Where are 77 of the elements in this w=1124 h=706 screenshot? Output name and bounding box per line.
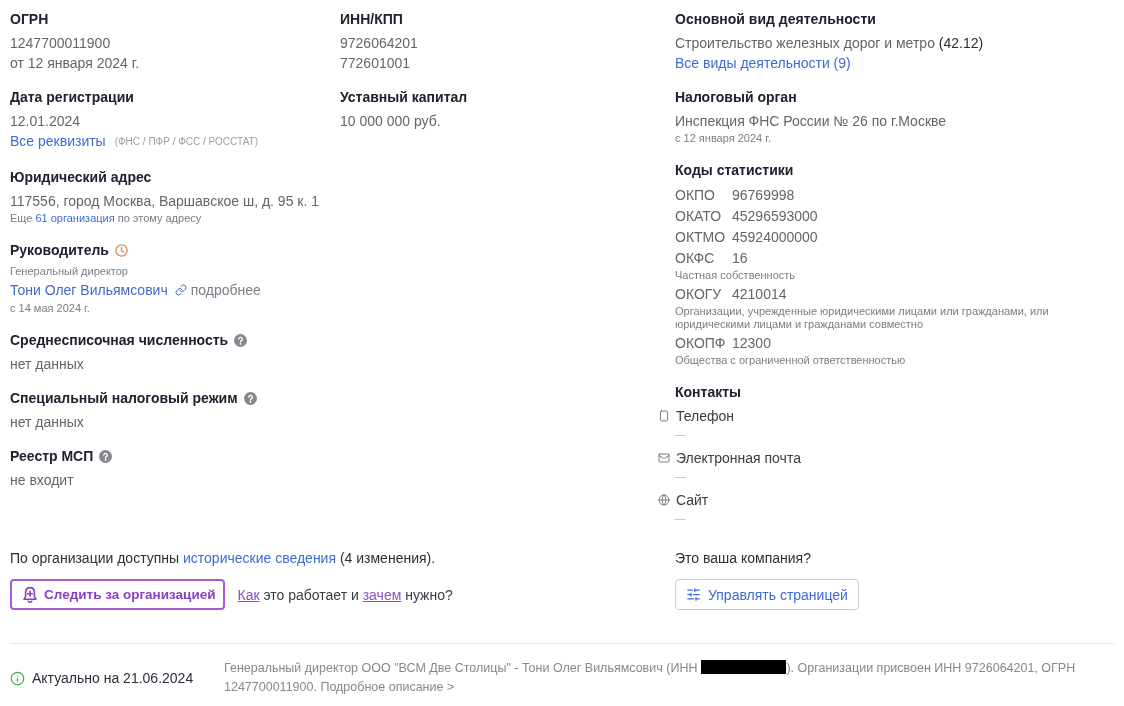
- contact-label: Телефон: [676, 408, 735, 424]
- field-value: Строительство железных дорог и метро (42.12): [675, 34, 984, 53]
- field-label: ОГРН: [10, 10, 49, 29]
- updated-date: Актуально на 21.06.2024: [32, 670, 194, 686]
- field-label: Контакты: [675, 383, 741, 402]
- field-note: Частная собственность: [675, 268, 796, 283]
- field-value: от 12 января 2024 г.: [10, 54, 140, 73]
- claim-question: Это ваша компания?: [675, 549, 811, 568]
- contact-value: —: [675, 511, 686, 526]
- bell-plus-icon: [22, 585, 38, 604]
- field-label: Основной вид деятельности: [675, 10, 876, 29]
- organizations-link[interactable]: 61 организация: [35, 212, 115, 224]
- globe-icon: [658, 494, 670, 506]
- code-name: ОКТМО: [675, 228, 727, 245]
- text-link[interactable]: Все виды деятельности (9): [675, 53, 851, 73]
- code-value: 16: [732, 249, 748, 266]
- contact-label: Сайт: [676, 492, 709, 508]
- history-link[interactable]: исторические сведения: [183, 550, 336, 566]
- field-value: 772601001: [340, 54, 411, 73]
- field-value: 1247700011900: [10, 34, 111, 53]
- code-value: 45924000000: [732, 228, 818, 245]
- field-label: Руководитель: [10, 241, 109, 260]
- more-link[interactable]: подробнее: [190, 282, 261, 298]
- field-label: Коды статистики: [675, 161, 794, 180]
- field-label: Дата регистрации: [10, 88, 134, 107]
- code-name: ОКФС: [675, 249, 716, 266]
- code-name: ОКПО: [675, 186, 716, 203]
- field-note: Организации, учрежденные юридическими лицами или гражданами, или юридическими лицами и гражданами совместно: [675, 304, 1050, 332]
- company-description: Генеральный директор ООО "ВСМ Две Столицы" - Тони Олег Вильямсович (ИНН ). Организации присвоен ИНН 9726064201, ОГРН 1247700011900. Подробное описание >: [224, 659, 1077, 696]
- field-value: Инспекция ФНС России № 26 по г.Москве: [675, 112, 947, 131]
- field-value: 10 000 000 руб.: [340, 112, 441, 131]
- field-label: Среднесписочная численность: [10, 331, 229, 350]
- contact-label: Электронная почта: [676, 450, 801, 466]
- field-value: 117556, город Москва, Варшавское ш, д. 95 к. 1: [10, 192, 319, 211]
- field-label: Юридический адрес: [10, 168, 152, 187]
- code-value: 12300: [732, 334, 771, 351]
- history-note: По организации доступны исторические сведения (4 изменения).: [10, 549, 436, 568]
- code-name: ОКОПФ: [675, 334, 727, 351]
- field-value: 9726064201: [340, 34, 418, 53]
- link-icon: [174, 284, 187, 296]
- code-value: 45296593000: [732, 207, 818, 224]
- field-label: Налоговый орган: [675, 88, 797, 107]
- field-label: Специальный налоговый режим: [10, 389, 238, 408]
- code-value: 4210014: [732, 285, 787, 302]
- follow-button[interactable]: Следить за организацией: [10, 579, 225, 610]
- field-value: не входит: [10, 471, 74, 490]
- field-value: нет данных: [10, 355, 84, 374]
- field-label: Реестр МСП: [10, 447, 94, 466]
- field-note: Общества с ограниченной ответственностью: [675, 353, 906, 368]
- sliders-icon: [686, 587, 701, 602]
- manage-page-button[interactable]: Управлять страницей: [675, 579, 859, 610]
- field-note: с 14 мая 2024 г.: [10, 301, 90, 316]
- phone-icon: [658, 410, 670, 422]
- field-value: 12.01.2024: [10, 112, 81, 131]
- help-icon[interactable]: [99, 449, 113, 463]
- field-note: с 12 января 2024 г.: [675, 131, 771, 146]
- follow-hint: Как это работает и зачем нужно?: [237, 586, 453, 603]
- code-name: ОКОГУ: [675, 285, 723, 302]
- director-link[interactable]: Тони Олег Вильямсович: [10, 282, 168, 298]
- info-icon: [10, 670, 25, 686]
- mail-icon: [658, 452, 670, 464]
- field-value: нет данных: [10, 413, 84, 432]
- why-link[interactable]: зачем: [362, 586, 402, 603]
- how-link[interactable]: Как: [237, 586, 260, 603]
- contact-value: —: [675, 427, 686, 442]
- field-label: ИНН/КПП: [340, 10, 403, 29]
- field-note: Генеральный директор: [10, 264, 128, 279]
- help-icon[interactable]: [234, 333, 248, 347]
- code-value: 96769998: [732, 186, 795, 203]
- field-label: Уставный капитал: [340, 88, 468, 107]
- details-link[interactable]: Подробное описание >: [320, 680, 455, 694]
- text-link[interactable]: Все реквизиты: [10, 131, 106, 151]
- contact-value: —: [675, 469, 686, 484]
- code-name: ОКАТО: [675, 207, 723, 224]
- sources-note: (ФНС / ПФР / ФСС / РОССТАТ): [114, 135, 259, 149]
- address-note: Еще 61 организация по этому адресу: [10, 211, 202, 226]
- help-icon[interactable]: [243, 391, 257, 405]
